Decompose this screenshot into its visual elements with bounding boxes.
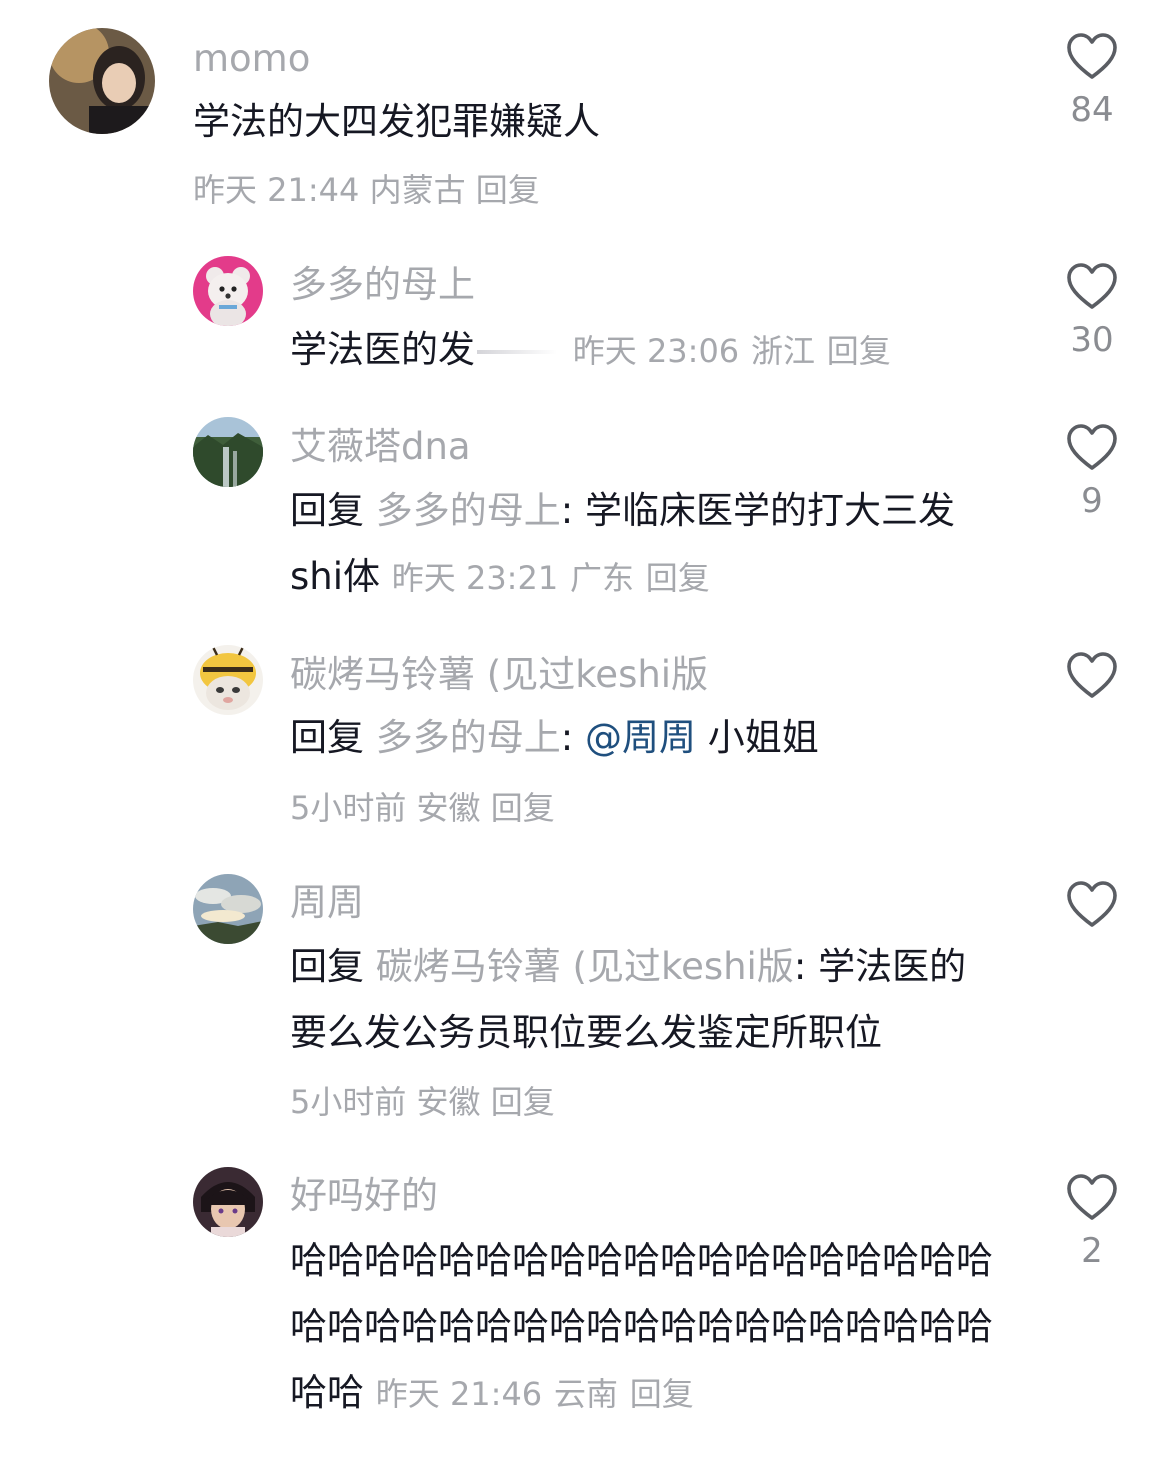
comment-body: 回复 多多的母上: 学临床医学的打大三发shi体 昨天 23:21 广东 回复: [290, 478, 1000, 611]
comment-username[interactable]: 好吗好的: [290, 1177, 438, 1214]
like-count: 84: [1070, 90, 1114, 130]
comment-username[interactable]: 周周: [290, 884, 364, 921]
heart-icon[interactable]: [1067, 1174, 1117, 1220]
comment-time: 昨天 21:46: [375, 1375, 543, 1413]
like-button[interactable]: 9: [1052, 424, 1132, 518]
reply-word: 回复: [290, 489, 364, 532]
mention-link[interactable]: @周周: [585, 716, 696, 759]
comment-text: 小姐姐: [707, 716, 819, 759]
like-count: 2: [1081, 1231, 1103, 1271]
comment-meta: 昨天 21:44 内蒙古 回复: [193, 174, 540, 206]
reply-button[interactable]: 回复: [827, 332, 891, 370]
comment-meta: 5小时前 安徽 回复: [290, 792, 555, 824]
heart-icon[interactable]: [1067, 424, 1117, 470]
sky-avatar-icon[interactable]: [193, 874, 263, 944]
cat-bee-avatar-icon[interactable]: [193, 645, 263, 715]
landscape-avatar-icon[interactable]: [193, 417, 263, 487]
comment-username[interactable]: momo: [193, 40, 310, 77]
reply-button[interactable]: 回复: [491, 1083, 555, 1121]
heart-icon[interactable]: [1067, 33, 1117, 79]
like-count: 9: [1081, 481, 1103, 521]
comment-time: 昨天 23:21: [391, 559, 559, 597]
comment-text: 学法医的发: [290, 328, 475, 371]
reply-to-username[interactable]: 多多的母上: [376, 489, 561, 532]
heart-icon[interactable]: [1067, 881, 1117, 927]
comment-body: 回复 多多的母上: @周周 小姐姐: [290, 705, 1000, 771]
comment-location: 安徽: [416, 1083, 481, 1121]
comment-username[interactable]: 艾薇塔dna: [290, 428, 471, 465]
heart-icon[interactable]: [1067, 263, 1117, 309]
user-avatar-photo-icon[interactable]: [49, 28, 155, 134]
reply-word: 回复: [290, 945, 364, 988]
comment-location: 内蒙古: [369, 171, 466, 209]
like-button[interactable]: 2: [1052, 1174, 1132, 1268]
comment-location: 广东: [569, 559, 634, 597]
reply-to-username[interactable]: 多多的母上: [376, 716, 561, 759]
comment-body: 学法医的发 昨天 23:06 浙江 回复: [290, 317, 1030, 384]
like-button[interactable]: [1052, 881, 1132, 941]
comment-body: 哈哈哈哈哈哈哈哈哈哈哈哈哈哈哈哈哈哈哈哈哈哈哈哈哈哈哈哈哈哈哈哈哈哈哈哈哈哈哈哈…: [290, 1228, 996, 1427]
heart-icon[interactable]: [1067, 652, 1117, 698]
reply-to-username[interactable]: 碳烤马铃薯 (见过keshi版: [376, 945, 794, 988]
comment-time: 5小时前: [290, 1083, 407, 1121]
comment-text: 学法的大四发犯罪嫌疑人: [193, 100, 600, 143]
reply-button[interactable]: 回复: [491, 789, 555, 827]
comment-time: 昨天 23:06: [572, 332, 740, 370]
like-button[interactable]: 30: [1052, 263, 1132, 357]
reply-button[interactable]: 回复: [646, 559, 710, 597]
reply-button[interactable]: 回复: [630, 1375, 694, 1413]
comment-username[interactable]: 碳烤马铃薯 (见过keshi版: [290, 656, 708, 693]
comment-body: 回复 碳烤马铃薯 (见过keshi版: 学法医的要么发公务员职位要么发鉴定所职位: [290, 934, 1000, 1066]
reply-word: 回复: [290, 716, 364, 759]
comment-location: 浙江: [750, 332, 815, 370]
like-count: 30: [1070, 320, 1114, 360]
like-button[interactable]: 84: [1052, 33, 1132, 127]
colon: :: [560, 716, 574, 759]
comment-time: 昨天 21:44: [193, 171, 360, 209]
comment-time: 5小时前: [290, 789, 407, 827]
like-button[interactable]: [1052, 652, 1132, 712]
comment-username[interactable]: 多多的母上: [290, 266, 475, 303]
reply-button[interactable]: 回复: [476, 171, 540, 209]
comment-location: 安徽: [416, 789, 481, 827]
text-fade-divider: [477, 349, 557, 354]
comment-location: 云南: [553, 1375, 618, 1413]
comment-meta: 5小时前 安徽 回复: [290, 1086, 555, 1118]
poodle-avatar-icon[interactable]: [193, 256, 263, 326]
anime-avatar-icon[interactable]: [193, 1167, 263, 1237]
